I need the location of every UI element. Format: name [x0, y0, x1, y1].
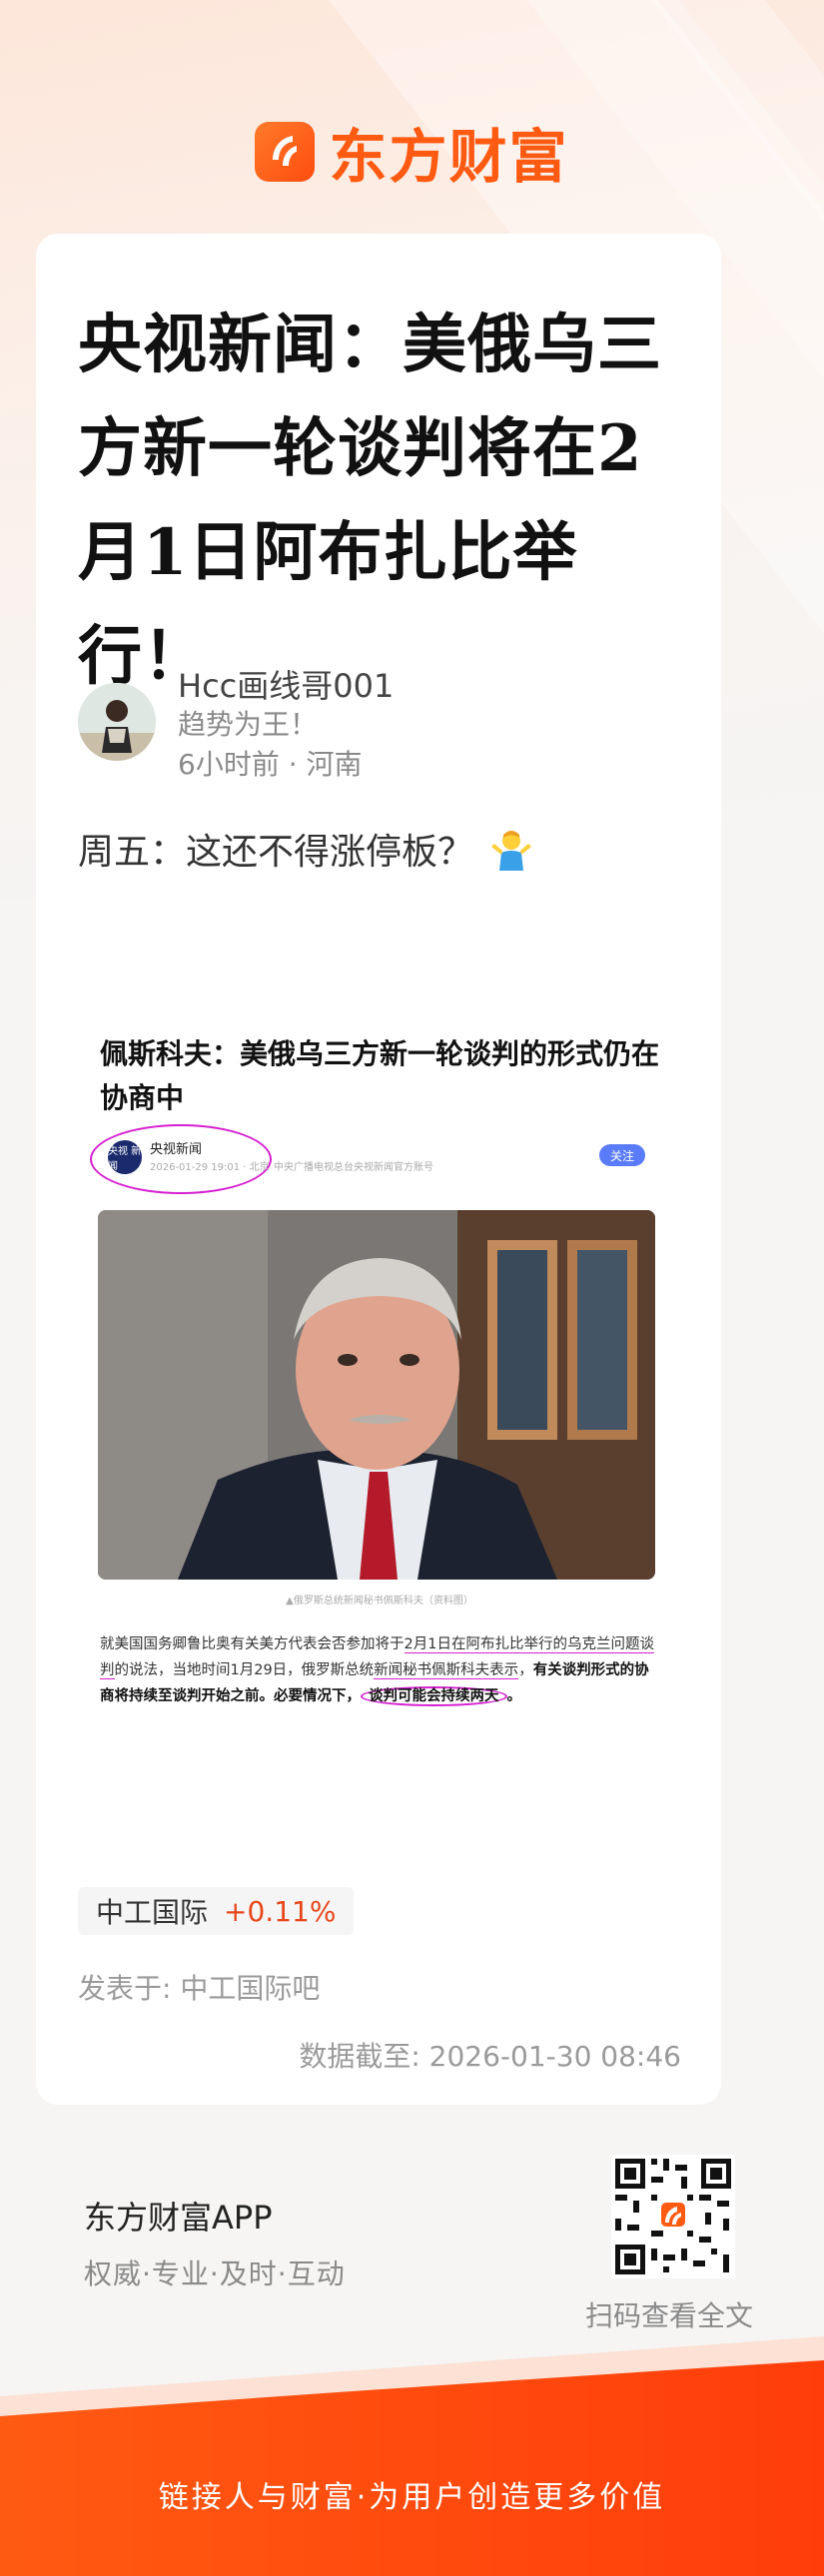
embed-source-name: 央视新闻	[150, 1142, 203, 1157]
post-meta: 6小时前 · 河南	[178, 748, 363, 781]
body-segment: ，	[518, 1662, 533, 1678]
photo-caption: ▲俄罗斯总统新闻秘书佩斯科夫（资料图）	[286, 1596, 473, 1607]
embed-source-time: 2026-01-29 19:01 · 北京	[150, 1162, 270, 1173]
embedded-news-image[interactable]: 佩斯科夫：美俄乌三方新一轮谈判的形式仍在协商中 央视 新闻 央视新闻 2026-…	[78, 992, 681, 1961]
article-title: 央视新闻：美俄乌三方新一轮谈判将在2月1日阿布扎比举行！	[78, 308, 662, 694]
stock-name: 中工国际	[96, 1896, 209, 1929]
post-text: 周五：这还不得涨停板？	[78, 823, 535, 875]
app-name: 东方财富APP	[84, 2199, 273, 2237]
underlined-segment: 新闻秘书佩斯科夫表示	[374, 1662, 519, 1679]
cctv-news-logo: 央视 新闻	[108, 1140, 142, 1174]
body-segment: 就美国国务卿鲁比奥有关美方代表会否参加将于	[100, 1636, 405, 1652]
shrug-person-icon	[487, 825, 535, 873]
embed-body-text: 就美国国务卿鲁比奥有关美方代表会否参加将于2月1日在阿布扎比举行的乌克兰问题谈判…	[100, 1631, 659, 1709]
qr-code-icon[interactable]	[611, 2155, 735, 2278]
embed-source-bar: 央视 新闻 央视新闻 2026-01-29 19:01 · 北京 中央广播电视总…	[90, 1124, 667, 1194]
qr-label: 扫码查看全文	[585, 2299, 754, 2332]
avatar[interactable]	[78, 683, 156, 761]
bold-segment: 。	[506, 1688, 522, 1704]
bottom-slogan: 链接人与财富·为用户创造更多价值	[158, 2480, 666, 2515]
data-timestamp: 数据截至: 2026-01-30 08:46	[299, 2040, 681, 2073]
post-text-content: 周五：这还不得涨停板？	[78, 832, 474, 873]
author-name[interactable]: Hcc画线哥001	[178, 661, 394, 707]
brand-header: 东方财富	[0, 110, 824, 194]
news-photo	[98, 1210, 655, 1580]
embed-source-desc: 中央广播电视总台央视新闻官方账号	[274, 1162, 433, 1173]
embed-follow-button: 关注	[599, 1144, 645, 1166]
brand-name: 东方财富	[329, 123, 569, 191]
body-segment: 的说法，当地时间1月29日，俄罗斯总统	[114, 1662, 375, 1678]
embed-title: 佩斯科夫：美俄乌三方新一轮谈判的形式仍在协商中	[100, 1037, 660, 1114]
author-motto: 趋势为王！	[178, 708, 319, 741]
bottom-wave	[0, 2336, 824, 2576]
circled-segment: 谈判可能会持续两天	[361, 1686, 507, 1706]
author-block[interactable]: Hcc画线哥001 趋势为王！ 6小时前 · 河南	[78, 653, 681, 793]
brand-logo-icon	[255, 122, 316, 182]
stock-change: +0.11%	[224, 1894, 337, 1928]
stock-tag[interactable]: 中工国际 +0.11%	[78, 1887, 355, 1935]
posted-in[interactable]: 发表于: 中工国际吧	[78, 1967, 320, 2007]
app-slogan: 权威·专业·及时·互动	[84, 2257, 346, 2290]
post-card: 央视新闻：美俄乌三方新一轮谈判将在2月1日阿布扎比举行！ Hcc画线哥001 趋…	[36, 234, 721, 2105]
